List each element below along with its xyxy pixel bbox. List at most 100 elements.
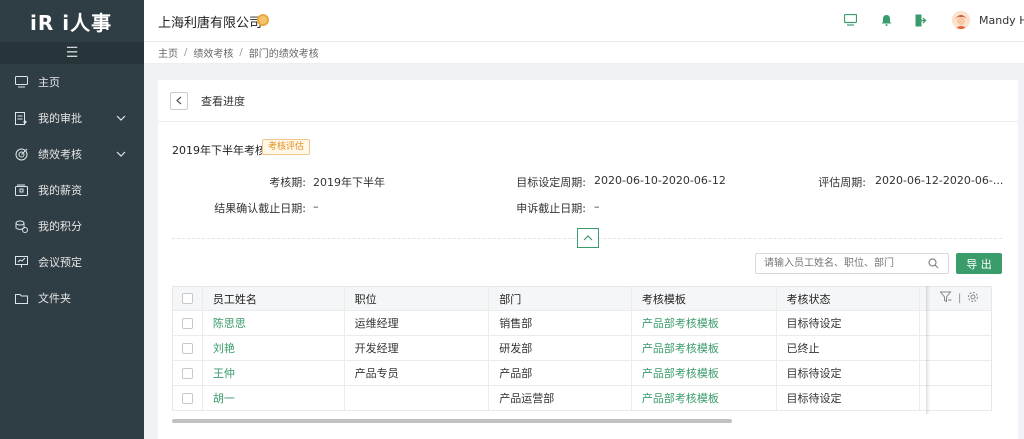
sidebar-item-label: 我的积分 [38, 220, 82, 233]
status-cell: 目标待设定 [777, 311, 921, 335]
position-cell: 运维经理 [345, 311, 490, 335]
breadcrumb-item-home[interactable]: 主页 [158, 45, 178, 60]
horizontal-scrollbar[interactable] [172, 419, 732, 423]
table-row: 陈思思 运维经理 销售部 产品部考核模板 目标待设定 [173, 311, 991, 336]
bell-icon[interactable] [878, 12, 894, 28]
table-row: 刘艳 开发经理 研发部 产品部考核模板 已终止 [173, 336, 991, 361]
sidebar-item-label: 会议预定 [38, 256, 82, 269]
template-link[interactable]: 产品部考核模板 [632, 336, 777, 360]
appeal-deadline-label: 申诉截止日期: [516, 202, 586, 215]
chevron-left-icon [176, 96, 182, 105]
confirm-deadline-value: – [313, 200, 319, 213]
row-checkbox[interactable] [181, 317, 193, 329]
monitor-icon [14, 75, 28, 89]
company-name[interactable]: 上海利唐有限公司 [158, 12, 262, 31]
card-header: 查看进度 [158, 80, 1018, 122]
column-header-dept: 部门 [489, 287, 632, 310]
app-logo[interactable]: iR i人事 [0, 0, 144, 42]
table-row: 王仲 产品专员 产品部 产品部考核模板 目标待设定 [173, 361, 991, 386]
row-checkbox[interactable] [181, 367, 193, 379]
status-cell: 目标待设定 [777, 361, 921, 385]
logout-icon[interactable] [913, 12, 929, 28]
assess-period-label: 评估周期: [818, 176, 866, 189]
dept-cell: 产品部 [489, 361, 632, 385]
row-checkbox[interactable] [181, 342, 193, 354]
approval-icon [14, 111, 28, 125]
period-label: 考核期: [269, 176, 306, 189]
sidebar-item-folder[interactable]: 文件夹 [0, 280, 144, 316]
employee-name-link[interactable]: 胡一 [203, 386, 345, 410]
collapse-button[interactable] [577, 228, 599, 248]
sidebar-item-meeting[interactable]: 会议预定 [0, 244, 144, 280]
monitor-icon[interactable] [842, 12, 858, 28]
tools-cell [920, 386, 991, 410]
sidebar-item-label: 文件夹 [38, 292, 71, 305]
sidebar-item-approval[interactable]: 我的审批 [0, 100, 144, 136]
breadcrumb-item-current: 部门的绩效考核 [248, 49, 319, 60]
company-badge-icon [257, 14, 269, 26]
coins-icon [14, 219, 28, 233]
period-value: 2019年下半年 [313, 176, 385, 189]
sidebar: iR i人事 ☰ 主页 我的审批 绩效考核 我的薪资 我的积分 会议预定 文件夹 [0, 0, 144, 439]
template-link[interactable]: 产品部考核模板 [632, 311, 777, 335]
sidebar-item-label: 绩效考核 [38, 148, 82, 161]
sidebar-item-label: 我的薪资 [38, 184, 82, 197]
target-period-label: 目标设定周期: [516, 176, 586, 189]
header-checkbox-cell [173, 287, 203, 310]
column-header-template: 考核模板 [632, 287, 777, 310]
tools-cell [920, 361, 991, 385]
row-checkbox-cell [173, 311, 203, 335]
employee-name-link[interactable]: 刘艳 [203, 336, 345, 360]
employee-table: 员工姓名 职位 部门 考核模板 考核状态 陈思思 运维经理 销售部 产品部考核模… [172, 286, 992, 411]
chevron-up-icon [583, 235, 593, 241]
template-link[interactable]: 产品部考核模板 [632, 386, 777, 410]
row-checkbox-cell [173, 336, 203, 360]
search-input[interactable] [755, 253, 949, 274]
dept-cell: 产品运营部 [489, 386, 632, 410]
target-period-value: 2020-06-10-2020-06-12 [594, 174, 726, 187]
logo-text: iR i人事 [30, 10, 113, 35]
target-icon [14, 147, 28, 161]
sidebar-item-home[interactable]: 主页 [0, 64, 144, 100]
select-all-checkbox[interactable] [181, 293, 193, 304]
employee-name-link[interactable]: 王仲 [203, 361, 345, 385]
avatar[interactable] [952, 11, 970, 29]
back-button[interactable] [170, 91, 188, 110]
row-checkbox[interactable] [181, 392, 193, 404]
position-cell: 产品专员 [345, 361, 490, 385]
breadcrumb-item-performance[interactable]: 绩效考核 [193, 45, 233, 60]
filter-icon[interactable] [939, 291, 952, 306]
table-tools: | [939, 291, 979, 306]
status-cell: 目标待设定 [777, 386, 921, 410]
row-checkbox-cell [173, 386, 203, 410]
position-cell [345, 386, 490, 410]
chevron-down-icon [116, 111, 126, 124]
tools-cell [920, 311, 991, 335]
menu-toggle-button[interactable]: ☰ [0, 42, 144, 64]
chevron-down-icon [116, 147, 126, 160]
fixed-column-shadow [926, 286, 930, 414]
top-header: 上海利唐有限公司 Mandy Hu [144, 0, 1024, 42]
presentation-icon [14, 255, 28, 269]
folder-icon [14, 291, 28, 305]
breadcrumb: 主页 / 绩效考核 / 部门的绩效考核 [144, 42, 1024, 64]
sidebar-item-performance[interactable]: 绩效考核 [0, 136, 144, 172]
template-link[interactable]: 产品部考核模板 [632, 361, 777, 385]
sidebar-item-label: 主页 [38, 76, 60, 89]
sidebar-item-salary[interactable]: 我的薪资 [0, 172, 144, 208]
position-cell: 开发经理 [345, 336, 490, 360]
export-button[interactable]: 导 出 [956, 253, 1002, 274]
employee-name-link[interactable]: 陈思思 [203, 311, 345, 335]
gear-icon[interactable] [967, 291, 979, 306]
confirm-deadline-label: 结果确认截止日期: [214, 202, 306, 215]
dept-cell: 销售部 [489, 311, 632, 335]
page-title: 查看进度 [201, 94, 245, 108]
table-header-row: 员工姓名 职位 部门 考核模板 考核状态 [173, 287, 991, 311]
sidebar-item-points[interactable]: 我的积分 [0, 208, 144, 244]
appeal-deadline-value: – [594, 200, 600, 213]
search-icon[interactable] [928, 258, 939, 272]
user-name[interactable]: Mandy Hu [979, 14, 1024, 27]
hamburger-icon: ☰ [65, 45, 79, 61]
tool-separator: | [958, 293, 962, 304]
table-row: 胡一 产品运营部 产品部考核模板 目标待设定 [173, 386, 991, 411]
